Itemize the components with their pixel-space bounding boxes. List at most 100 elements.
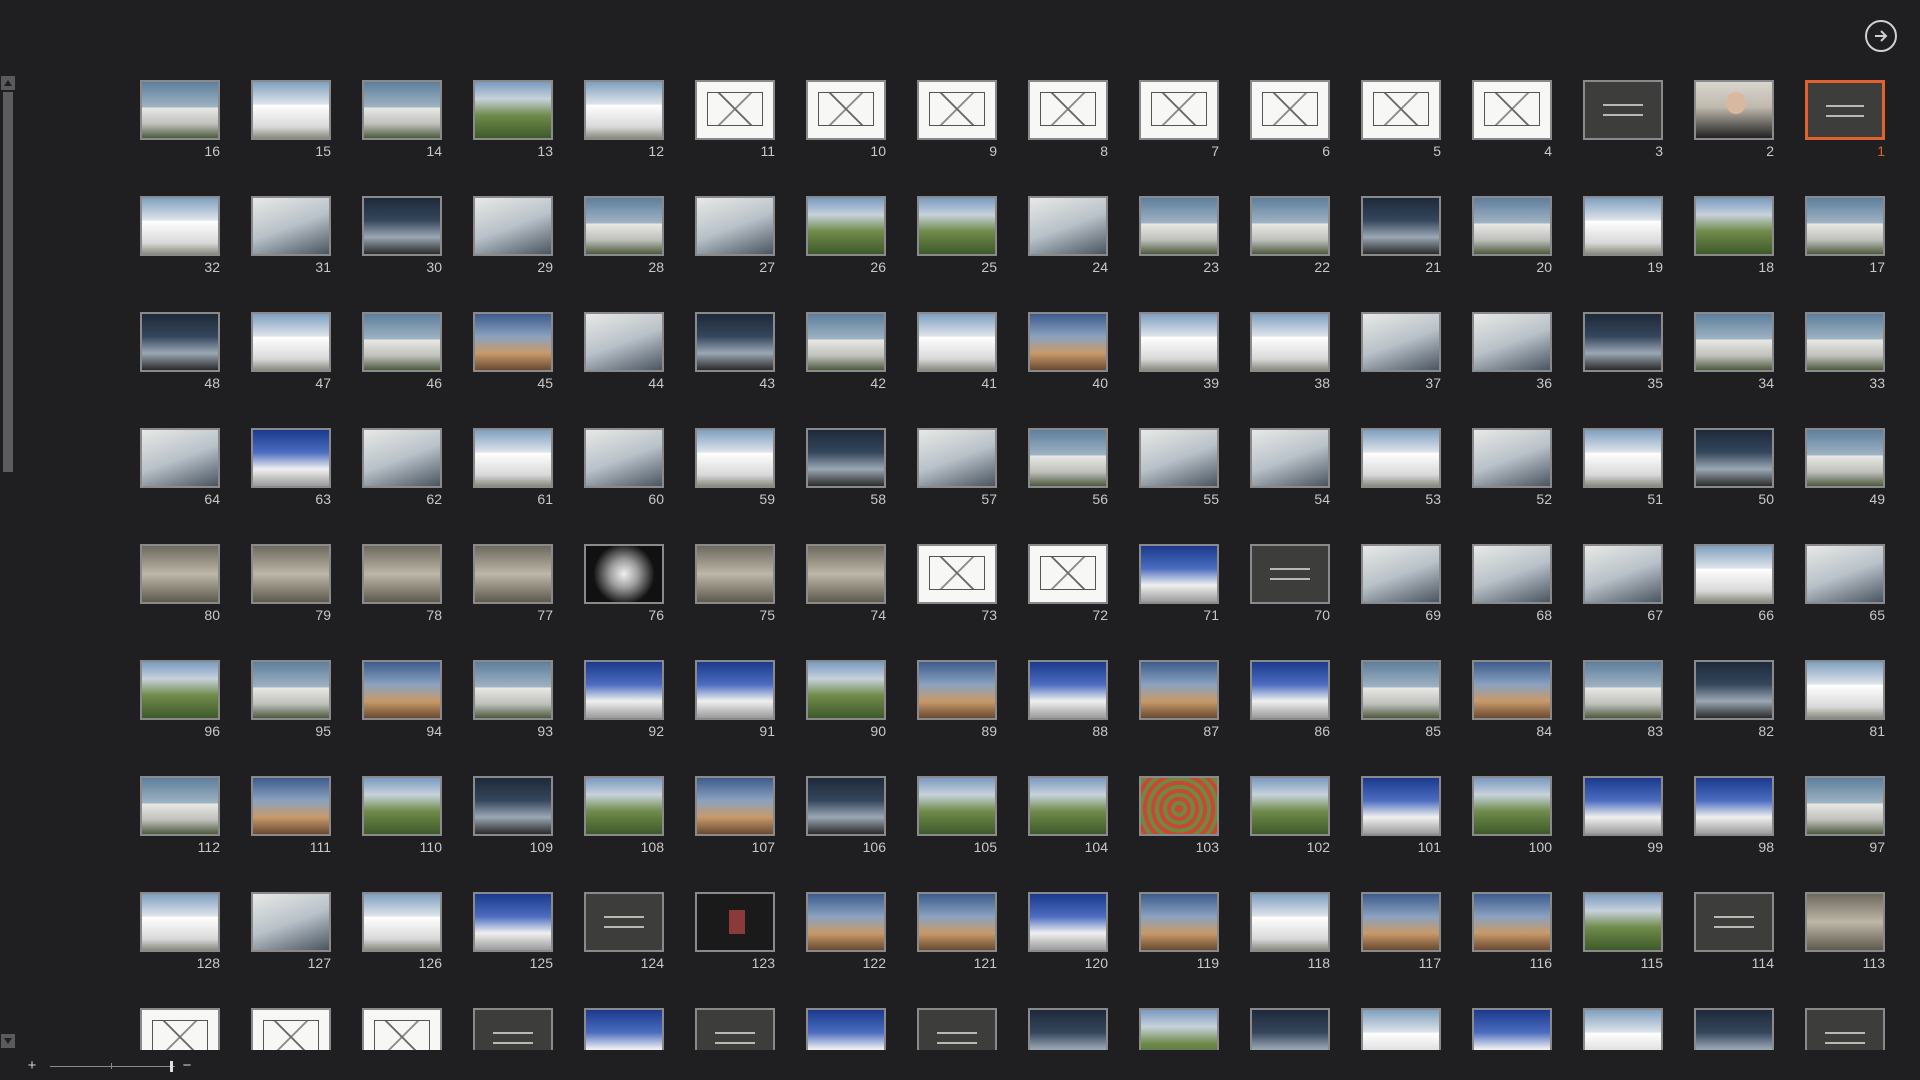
scroll-down-button[interactable] — [1, 1034, 15, 1048]
slide-thumbnail[interactable]: 33 — [1805, 312, 1885, 391]
slide-thumbnail[interactable]: 88 — [1028, 660, 1108, 739]
vertical-scrollbar[interactable] — [0, 76, 16, 1050]
slide-thumbnail[interactable]: 4 — [1472, 80, 1552, 159]
slide-thumbnail[interactable]: 7 — [1139, 80, 1219, 159]
slide-thumbnail[interactable]: 113 — [1805, 892, 1885, 971]
slide-thumbnail[interactable]: 116 — [1472, 892, 1552, 971]
slide-thumbnail[interactable]: 34 — [1694, 312, 1774, 391]
slide-thumbnail[interactable]: 91 — [695, 660, 775, 739]
slide-thumbnail[interactable]: 49 — [1805, 428, 1885, 507]
slide-thumbnail[interactable]: 105 — [917, 776, 997, 855]
slide-thumbnail[interactable]: 11 — [695, 80, 775, 159]
slide-thumbnail[interactable]: 15 — [251, 80, 331, 159]
slide-thumbnail[interactable]: 110 — [362, 776, 442, 855]
slide-thumbnail[interactable]: 20 — [1472, 196, 1552, 275]
slide-thumbnail[interactable] — [1472, 1008, 1552, 1050]
slide-thumbnail[interactable]: 28 — [584, 196, 664, 275]
slide-thumbnail[interactable]: 21 — [1361, 196, 1441, 275]
slide-thumbnail[interactable]: 66 — [1694, 544, 1774, 623]
slide-thumbnail[interactable]: 115 — [1583, 892, 1663, 971]
slide-thumbnail[interactable]: 31 — [251, 196, 331, 275]
slide-thumbnail[interactable]: 127 — [251, 892, 331, 971]
slide-thumbnail[interactable]: 42 — [806, 312, 886, 391]
slide-thumbnail[interactable] — [917, 1008, 997, 1050]
slide-thumbnail[interactable]: 85 — [1361, 660, 1441, 739]
slide-thumbnail[interactable]: 102 — [1250, 776, 1330, 855]
slide-thumbnail[interactable]: 73 — [917, 544, 997, 623]
slide-thumbnail[interactable]: 126 — [362, 892, 442, 971]
slide-thumbnail[interactable] — [584, 1008, 664, 1050]
slide-thumbnail[interactable]: 99 — [1583, 776, 1663, 855]
slide-thumbnail[interactable]: 128 — [140, 892, 220, 971]
slide-thumbnail[interactable]: 82 — [1694, 660, 1774, 739]
slide-thumbnail[interactable]: 13 — [473, 80, 553, 159]
slide-thumbnail[interactable]: 51 — [1583, 428, 1663, 507]
slide-thumbnail[interactable]: 39 — [1139, 312, 1219, 391]
slide-thumbnail[interactable]: 121 — [917, 892, 997, 971]
zoom-slider[interactable]: + − — [20, 1058, 210, 1074]
slide-thumbnail[interactable]: 44 — [584, 312, 664, 391]
slide-thumbnail[interactable]: 123 — [695, 892, 775, 971]
slide-thumbnail[interactable] — [806, 1008, 886, 1050]
slide-thumbnail[interactable] — [1805, 1008, 1885, 1050]
slide-thumbnail[interactable]: 25 — [917, 196, 997, 275]
slide-thumbnail[interactable]: 90 — [806, 660, 886, 739]
slide-thumbnail[interactable]: 68 — [1472, 544, 1552, 623]
slide-thumbnail[interactable]: 69 — [1361, 544, 1441, 623]
slide-thumbnail[interactable]: 63 — [251, 428, 331, 507]
slide-thumbnail[interactable]: 86 — [1250, 660, 1330, 739]
slide-thumbnail[interactable]: 103 — [1139, 776, 1219, 855]
slide-thumbnail[interactable]: 1 — [1805, 80, 1885, 159]
slide-thumbnail[interactable]: 111 — [251, 776, 331, 855]
slide-thumbnail[interactable]: 77 — [473, 544, 553, 623]
slide-thumbnail[interactable]: 79 — [251, 544, 331, 623]
slide-thumbnail[interactable] — [362, 1008, 442, 1050]
slide-thumbnail[interactable]: 114 — [1694, 892, 1774, 971]
slide-thumbnail[interactable]: 8 — [1028, 80, 1108, 159]
slide-thumbnail[interactable]: 60 — [584, 428, 664, 507]
slide-thumbnail[interactable] — [473, 1008, 553, 1050]
slide-thumbnail[interactable]: 19 — [1583, 196, 1663, 275]
slide-thumbnail[interactable]: 46 — [362, 312, 442, 391]
slide-thumbnail[interactable]: 94 — [362, 660, 442, 739]
slide-thumbnail[interactable]: 72 — [1028, 544, 1108, 623]
slide-thumbnail[interactable]: 47 — [251, 312, 331, 391]
slide-thumbnail[interactable]: 9 — [917, 80, 997, 159]
slide-thumbnail[interactable]: 26 — [806, 196, 886, 275]
scroll-track[interactable] — [3, 92, 13, 1032]
slide-thumbnail[interactable]: 14 — [362, 80, 442, 159]
slide-thumbnail[interactable] — [1028, 1008, 1108, 1050]
slide-thumbnail[interactable] — [1361, 1008, 1441, 1050]
slide-thumbnail[interactable] — [1250, 1008, 1330, 1050]
slide-thumbnail[interactable]: 48 — [140, 312, 220, 391]
slide-thumbnail[interactable] — [1139, 1008, 1219, 1050]
slide-thumbnail[interactable]: 117 — [1361, 892, 1441, 971]
slide-thumbnail[interactable]: 29 — [473, 196, 553, 275]
slide-thumbnail[interactable]: 98 — [1694, 776, 1774, 855]
slide-thumbnail[interactable]: 65 — [1805, 544, 1885, 623]
slide-thumbnail[interactable]: 100 — [1472, 776, 1552, 855]
slide-thumbnail[interactable]: 59 — [695, 428, 775, 507]
slide-thumbnail[interactable]: 22 — [1250, 196, 1330, 275]
slide-thumbnail[interactable]: 18 — [1694, 196, 1774, 275]
slide-thumbnail[interactable]: 67 — [1583, 544, 1663, 623]
slide-thumbnail[interactable]: 23 — [1139, 196, 1219, 275]
slide-thumbnail[interactable]: 80 — [140, 544, 220, 623]
slide-thumbnail[interactable]: 45 — [473, 312, 553, 391]
slide-thumbnail[interactable]: 50 — [1694, 428, 1774, 507]
slide-thumbnail[interactable]: 10 — [806, 80, 886, 159]
zoom-track[interactable] — [50, 1066, 175, 1067]
slide-thumbnail[interactable]: 40 — [1028, 312, 1108, 391]
slide-thumbnail[interactable]: 36 — [1472, 312, 1552, 391]
slide-thumbnail[interactable]: 61 — [473, 428, 553, 507]
slide-thumbnail[interactable]: 16 — [140, 80, 220, 159]
slide-thumbnail[interactable]: 106 — [806, 776, 886, 855]
slide-thumbnail[interactable]: 74 — [806, 544, 886, 623]
slide-thumbnail[interactable]: 124 — [584, 892, 664, 971]
slide-thumbnail[interactable]: 70 — [1250, 544, 1330, 623]
slide-thumbnail[interactable]: 119 — [1139, 892, 1219, 971]
slide-thumbnail[interactable]: 84 — [1472, 660, 1552, 739]
slide-thumbnail[interactable]: 37 — [1361, 312, 1441, 391]
slide-thumbnail[interactable]: 6 — [1250, 80, 1330, 159]
slide-thumbnail[interactable] — [140, 1008, 220, 1050]
